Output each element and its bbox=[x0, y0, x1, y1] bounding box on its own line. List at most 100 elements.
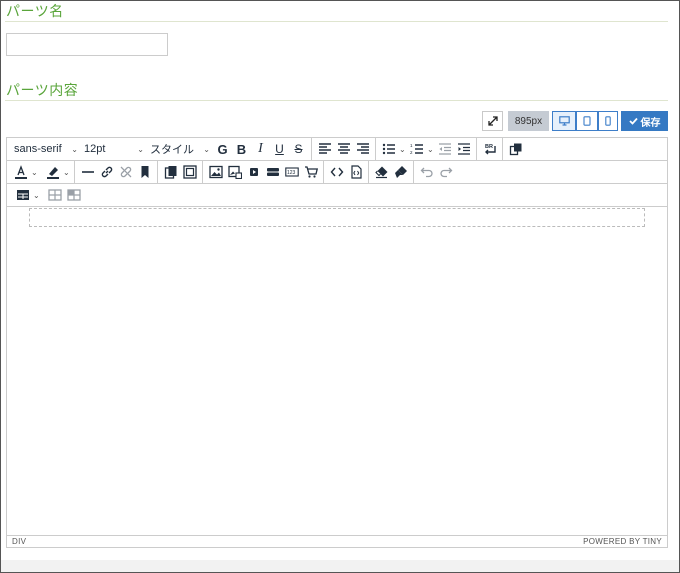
image-edit-button[interactable] bbox=[225, 162, 244, 182]
svg-text:2: 2 bbox=[410, 150, 413, 155]
code-file-button[interactable] bbox=[346, 162, 365, 182]
outdent-icon bbox=[438, 143, 451, 155]
br-text: BR bbox=[485, 144, 493, 150]
image-button[interactable] bbox=[206, 162, 225, 182]
format-painter-button[interactable] bbox=[391, 162, 410, 182]
editor-content-area[interactable] bbox=[7, 207, 667, 535]
svg-text:1: 1 bbox=[410, 143, 413, 148]
style-value: スタイル bbox=[150, 144, 194, 156]
video-button[interactable] bbox=[244, 162, 263, 182]
parts-content-divider bbox=[5, 100, 668, 101]
image-icon bbox=[208, 165, 223, 179]
strikethrough-button[interactable]: S bbox=[289, 139, 308, 159]
horizontal-line-button[interactable] bbox=[78, 162, 97, 182]
unlink-button[interactable] bbox=[116, 162, 135, 182]
br-group: BR bbox=[477, 138, 503, 160]
fullscreen-button[interactable] bbox=[482, 111, 503, 131]
button-icon bbox=[266, 168, 279, 176]
outdent-button[interactable] bbox=[435, 139, 454, 159]
align-right-button[interactable] bbox=[353, 139, 372, 159]
clear-format-button[interactable] bbox=[372, 162, 391, 182]
video-icon bbox=[249, 168, 258, 176]
redo-button[interactable] bbox=[436, 162, 455, 182]
save-button-label: 保存 bbox=[640, 117, 661, 129]
image-frame-button[interactable] bbox=[180, 162, 199, 182]
highlight-color-button[interactable] bbox=[43, 162, 62, 182]
toolbar-row-2: ⌄ ⌄ 123 bbox=[7, 161, 667, 184]
mobile-icon bbox=[605, 116, 611, 126]
numbered-list-button[interactable]: 12 bbox=[407, 139, 426, 159]
device-tablet-button[interactable] bbox=[576, 111, 598, 131]
table-group: ⌄ bbox=[9, 184, 86, 206]
number-field-button[interactable]: 123 bbox=[282, 162, 301, 182]
device-desktop-button[interactable] bbox=[552, 111, 576, 131]
copy-icon bbox=[509, 143, 521, 156]
text-color-button[interactable] bbox=[11, 162, 30, 182]
copy-group bbox=[503, 138, 528, 160]
bookmark-button[interactable] bbox=[135, 162, 154, 182]
editor-statusbar: DIV POWERED BY TINY bbox=[7, 535, 667, 547]
template-group bbox=[158, 161, 203, 183]
g-button[interactable]: G bbox=[213, 139, 232, 159]
element-path[interactable]: DIV bbox=[12, 537, 26, 546]
table-row-icon bbox=[47, 189, 62, 201]
underline-button[interactable]: U bbox=[270, 139, 289, 159]
branding-link[interactable]: POWERED BY TINY bbox=[583, 537, 662, 546]
undo-button[interactable] bbox=[417, 162, 436, 182]
button-insert-button[interactable] bbox=[263, 162, 282, 182]
chevron-down-icon: ⌄ bbox=[203, 144, 210, 154]
duplicate-button[interactable] bbox=[506, 139, 525, 159]
chevron-down-icon[interactable]: ⌄ bbox=[63, 168, 71, 177]
svg-text:123: 123 bbox=[287, 170, 296, 176]
image-edit-icon bbox=[227, 165, 242, 179]
align-center-icon bbox=[337, 143, 350, 154]
font-group: sans-serif ⌄ 12pt ⌄ スタイル ⌄ G B I U S bbox=[9, 138, 312, 160]
indent-icon bbox=[457, 143, 470, 155]
align-center-button[interactable] bbox=[334, 139, 353, 159]
parts-name-heading: パーツ名 bbox=[6, 3, 64, 19]
chevron-down-icon[interactable]: ⌄ bbox=[399, 145, 407, 154]
source-code-button[interactable] bbox=[327, 162, 346, 182]
parts-name-divider bbox=[5, 21, 668, 22]
tablet-icon bbox=[583, 116, 591, 126]
highlight-icon bbox=[46, 167, 59, 179]
line-break-button[interactable]: BR bbox=[480, 139, 499, 159]
bullet-list-icon bbox=[382, 143, 395, 155]
brush-icon bbox=[394, 166, 407, 178]
style-select[interactable]: スタイル ⌄ bbox=[147, 139, 213, 159]
template-button[interactable] bbox=[161, 162, 180, 182]
cart-button[interactable] bbox=[301, 162, 320, 182]
chevron-down-icon[interactable]: ⌄ bbox=[427, 145, 435, 154]
table-button[interactable] bbox=[13, 185, 32, 205]
indent-button[interactable] bbox=[454, 139, 473, 159]
eraser-icon bbox=[374, 166, 387, 179]
horizontal-line-icon bbox=[81, 171, 94, 173]
table-row-button[interactable] bbox=[45, 185, 64, 205]
expand-icon bbox=[487, 116, 498, 126]
italic-button[interactable]: I bbox=[251, 139, 270, 159]
font-family-select[interactable]: sans-serif ⌄ bbox=[11, 139, 81, 159]
template-icon bbox=[164, 166, 176, 179]
number-icon: 123 bbox=[284, 167, 299, 177]
link-button[interactable] bbox=[97, 162, 116, 182]
chevron-down-icon: ⌄ bbox=[137, 144, 144, 154]
parts-name-input[interactable] bbox=[6, 33, 168, 56]
chevron-down-icon[interactable]: ⌄ bbox=[31, 168, 39, 177]
bold-button[interactable]: B bbox=[232, 139, 251, 159]
bullet-list-button[interactable] bbox=[379, 139, 398, 159]
unlink-icon bbox=[120, 166, 131, 178]
device-mobile-button[interactable] bbox=[598, 111, 618, 131]
check-icon bbox=[628, 117, 638, 125]
chevron-down-icon: ⌄ bbox=[71, 144, 78, 154]
empty-div-block[interactable] bbox=[29, 208, 645, 227]
link-icon bbox=[101, 166, 112, 178]
redo-icon bbox=[439, 167, 452, 178]
font-size-select[interactable]: 12pt ⌄ bbox=[81, 139, 147, 159]
table-cell-button[interactable] bbox=[64, 185, 83, 205]
save-button[interactable]: 保存 bbox=[621, 111, 668, 131]
chevron-down-icon[interactable]: ⌄ bbox=[33, 191, 41, 200]
color-group: ⌄ ⌄ bbox=[9, 161, 75, 183]
parts-content-heading: パーツ内容 bbox=[6, 82, 79, 98]
desktop-icon bbox=[558, 116, 570, 126]
align-left-button[interactable] bbox=[315, 139, 334, 159]
